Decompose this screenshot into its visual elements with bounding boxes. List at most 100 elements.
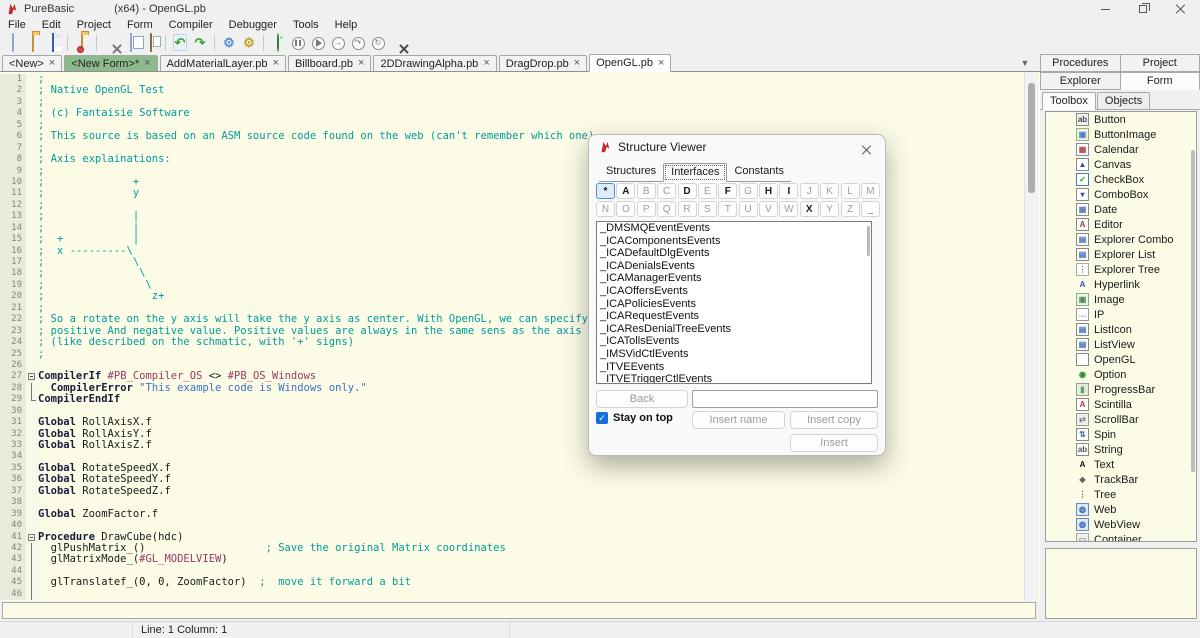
tab-dragdroppb[interactable]: DragDrop.pb× bbox=[499, 55, 587, 71]
interface-list-item[interactable]: _ICARequestEvents bbox=[597, 310, 871, 323]
letter-filter-n[interactable]: N bbox=[596, 201, 615, 217]
letter-filter-l[interactable]: L bbox=[841, 183, 860, 199]
toolbox-item-tree[interactable]: ⋮Tree bbox=[1046, 487, 1196, 502]
step-out-button[interactable]: ↻ bbox=[368, 33, 388, 53]
toolbox-item-hyperlink[interactable]: AHyperlink bbox=[1046, 277, 1196, 292]
letter-filter-b[interactable]: B bbox=[637, 183, 656, 199]
insert-name-button[interactable]: Insert name bbox=[692, 411, 785, 429]
close-tab-icon[interactable]: × bbox=[483, 58, 489, 69]
interface-list-item[interactable]: _ICAOffersEvents bbox=[597, 285, 871, 298]
open-file-button[interactable] bbox=[23, 33, 43, 53]
letter-filter-a[interactable]: A bbox=[616, 183, 635, 199]
toolbox-item-option[interactable]: ◉Option bbox=[1046, 367, 1196, 382]
toolbox-item-button[interactable]: abButton bbox=[1046, 112, 1196, 127]
close-tab-icon[interactable]: × bbox=[574, 58, 580, 69]
letter-filter-m[interactable]: M bbox=[861, 183, 880, 199]
interface-list-item[interactable]: _ICADenialsEvents bbox=[597, 260, 871, 273]
toolbox-item-explorer-tree[interactable]: ⋮Explorer Tree bbox=[1046, 262, 1196, 277]
toolbox-item-web[interactable]: ◍Web bbox=[1046, 502, 1196, 517]
toolbox-item-progressbar[interactable]: ▮ProgressBar bbox=[1046, 382, 1196, 397]
editor-scrollbar[interactable] bbox=[1024, 72, 1038, 601]
interface-list-item[interactable]: _ICAManagerEvents bbox=[597, 272, 871, 285]
insert-button[interactable]: Insert bbox=[790, 434, 878, 452]
letter-filter-z[interactable]: Z bbox=[841, 201, 860, 217]
dialog-tab-interfaces[interactable]: Interfaces bbox=[663, 163, 727, 182]
letter-filter-u[interactable]: U bbox=[739, 201, 758, 217]
compile-run-button[interactable]: ⚙ bbox=[219, 33, 239, 53]
letter-filter-d[interactable]: D bbox=[678, 183, 697, 199]
close-tab-icon[interactable]: × bbox=[358, 58, 364, 69]
toolbox-item-opengl[interactable]: OpenGL bbox=[1046, 352, 1196, 367]
interface-list-item[interactable]: _ICADefaultDlgEvents bbox=[597, 247, 871, 260]
letter-filter-g[interactable]: G bbox=[739, 183, 758, 199]
letter-filter-r[interactable]: R bbox=[678, 201, 697, 217]
letter-filter-p[interactable]: P bbox=[637, 201, 656, 217]
tab-addmateriallayerpb[interactable]: AddMaterialLayer.pb× bbox=[160, 55, 286, 71]
save-file-button[interactable] bbox=[43, 33, 63, 53]
dialog-tab-constants[interactable]: Constants bbox=[727, 163, 791, 181]
close-tab-icon[interactable]: × bbox=[144, 58, 150, 69]
letter-filter-underscore[interactable]: _ bbox=[861, 201, 880, 217]
letter-filter-h[interactable]: H bbox=[759, 183, 778, 199]
close-tab-icon[interactable]: × bbox=[273, 58, 279, 69]
toolbox-item-calendar[interactable]: ▦Calendar bbox=[1046, 142, 1196, 157]
menu-tools[interactable]: Tools bbox=[285, 18, 327, 32]
letter-filter-s[interactable]: S bbox=[698, 201, 717, 217]
back-button[interactable]: Back bbox=[596, 390, 688, 408]
interface-list-item[interactable]: _ICAComponentsEvents bbox=[597, 235, 871, 248]
structure-name-input[interactable] bbox=[692, 390, 878, 408]
menu-project[interactable]: Project bbox=[69, 18, 119, 32]
toolbox-item-spin[interactable]: ⇅Spin bbox=[1046, 427, 1196, 442]
close-tab-icon[interactable]: × bbox=[49, 58, 55, 69]
toolbox-item-ip[interactable]: …IP bbox=[1046, 307, 1196, 322]
close-button[interactable] bbox=[1162, 0, 1200, 18]
letter-filter-k[interactable]: K bbox=[820, 183, 839, 199]
interface-list-item[interactable]: _ITVETriggerCtlEvents bbox=[597, 373, 871, 384]
toolbox-item-scintilla[interactable]: AScintilla bbox=[1046, 397, 1196, 412]
letter-filter-q[interactable]: Q bbox=[657, 201, 676, 217]
interface-list-scrollbar-thumb[interactable] bbox=[867, 226, 870, 256]
toolbox-item-string[interactable]: abString bbox=[1046, 442, 1196, 457]
interface-list-item[interactable]: _DMSMQEventEvents bbox=[597, 222, 871, 235]
tab-form[interactable]: Form bbox=[1120, 72, 1200, 90]
toolbox-item-date[interactable]: ▦Date bbox=[1046, 202, 1196, 217]
toolbox-item-explorer-combo[interactable]: ▤Explorer Combo bbox=[1046, 232, 1196, 247]
step-button[interactable]: → bbox=[328, 33, 348, 53]
interface-list[interactable]: _DMSMQEventEvents_ICAComponentsEvents_IC… bbox=[596, 221, 872, 384]
letter-filter-all[interactable]: * bbox=[596, 183, 615, 199]
toolbox-item-scrollbar[interactable]: ⇄ScrollBar bbox=[1046, 412, 1196, 427]
toolbox-item-editor[interactable]: AEditor bbox=[1046, 217, 1196, 232]
toolbox-item-text[interactable]: AText bbox=[1046, 457, 1196, 472]
letter-filter-t[interactable]: T bbox=[718, 201, 737, 217]
close-tab-icon[interactable]: × bbox=[658, 58, 664, 69]
toolbox-item-checkbox[interactable]: ✓CheckBox bbox=[1046, 172, 1196, 187]
run-button[interactable] bbox=[308, 33, 328, 53]
menu-file[interactable]: File bbox=[0, 18, 34, 32]
interface-list-item[interactable]: _ITVEEvents bbox=[597, 361, 871, 374]
toolbox-item-explorer-list[interactable]: ▤Explorer List bbox=[1046, 247, 1196, 262]
undo-button[interactable]: ↶ bbox=[170, 33, 190, 53]
restore-button[interactable] bbox=[1124, 0, 1162, 18]
toolbox-item-listview[interactable]: ▤ListView bbox=[1046, 337, 1196, 352]
tab-overflow-button[interactable]: ▼ bbox=[1016, 56, 1034, 70]
tab-objects[interactable]: Objects bbox=[1097, 92, 1150, 109]
fold-toggle-icon[interactable] bbox=[26, 371, 38, 382]
step-over-button[interactable]: ↷ bbox=[348, 33, 368, 53]
letter-filter-j[interactable]: J bbox=[800, 183, 819, 199]
interface-list-item[interactable]: _ICATollsEvents bbox=[597, 335, 871, 348]
interface-list-item[interactable]: _ICAResDenialTreeEvents bbox=[597, 323, 871, 336]
toolbox-item-buttonimage[interactable]: ▣ButtonImage bbox=[1046, 127, 1196, 142]
interface-list-item[interactable]: _ICAPoliciesEvents bbox=[597, 298, 871, 311]
redo-button[interactable]: ↷ bbox=[190, 33, 210, 53]
menu-form[interactable]: Form bbox=[119, 18, 161, 32]
dialog-title-bar[interactable]: Structure Viewer bbox=[589, 135, 885, 159]
toolbox-item-webview[interactable]: ◍WebView bbox=[1046, 517, 1196, 532]
toolbox-item-trackbar[interactable]: ◆TrackBar bbox=[1046, 472, 1196, 487]
letter-filter-e[interactable]: E bbox=[698, 183, 717, 199]
tab-toolbox[interactable]: Toolbox bbox=[1042, 92, 1096, 110]
tab-2ddrawingalphapb[interactable]: 2DDrawingAlpha.pb× bbox=[373, 55, 496, 71]
insert-copy-button[interactable]: Insert copy bbox=[790, 411, 878, 429]
interface-list-item[interactable]: _IMSVidCtlEvents bbox=[597, 348, 871, 361]
cut-button[interactable] bbox=[101, 33, 121, 53]
toolbox-item-container[interactable]: ▭Container bbox=[1046, 532, 1196, 542]
